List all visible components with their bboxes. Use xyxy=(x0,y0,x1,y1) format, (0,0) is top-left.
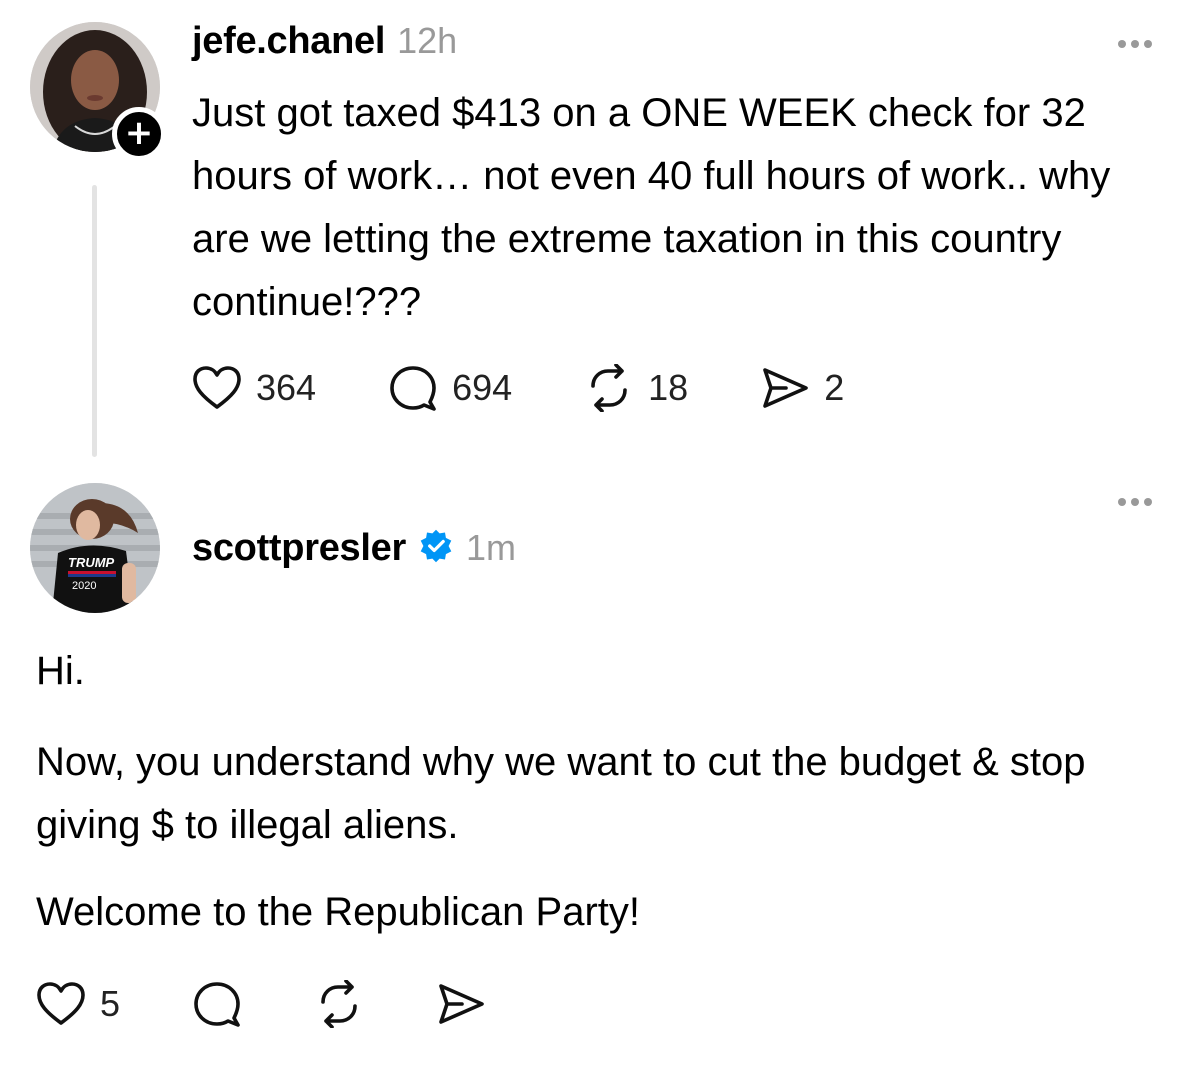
post-actions: 364 694 18 2 xyxy=(192,364,844,412)
share-count: 2 xyxy=(824,367,845,408)
avatar[interactable]: TRUMP 2020 xyxy=(30,483,160,613)
post-text: Hi. Now, you understand why we want to c… xyxy=(36,640,1166,944)
username[interactable]: scottpresler xyxy=(192,527,406,570)
thread-connector-line xyxy=(92,185,97,457)
like-count: 5 xyxy=(100,983,121,1024)
post-header: scottpresler 1m xyxy=(192,524,516,570)
send-icon xyxy=(763,368,809,408)
comment-button[interactable]: 694 xyxy=(388,364,512,412)
shirt-text-line1: TRUMP xyxy=(68,555,115,570)
post-paragraph: Now, you understand why we want to cut t… xyxy=(36,740,1086,847)
heart-icon xyxy=(193,366,241,409)
post-header: jefe.chanel 12h xyxy=(192,20,457,63)
repost-count: 18 xyxy=(648,367,689,408)
comment-count: 694 xyxy=(452,367,513,408)
comment-icon xyxy=(194,982,240,1027)
repost-button[interactable] xyxy=(314,980,364,1028)
like-count: 364 xyxy=(256,367,317,408)
send-icon xyxy=(439,984,484,1024)
heart-icon xyxy=(37,982,85,1025)
repost-icon xyxy=(321,980,357,1028)
shirt-text-line2: 2020 xyxy=(72,580,96,592)
threads-feed: + jefe.chanel 12h Just got taxed $413 on… xyxy=(0,0,1200,1065)
comment-icon xyxy=(390,366,436,411)
repost-button[interactable]: 18 xyxy=(584,364,688,412)
follow-button[interactable]: + xyxy=(112,107,166,161)
post-paragraph: Hi. xyxy=(36,649,85,693)
verified-badge-icon xyxy=(420,529,452,563)
post-paragraph: Welcome to the Republican Party! xyxy=(36,890,641,934)
post-text: Just got taxed $413 on a ONE WEEK check … xyxy=(192,91,1111,324)
post-actions: 5 xyxy=(36,980,486,1028)
more-icon[interactable] xyxy=(1118,40,1152,48)
share-button[interactable] xyxy=(436,981,486,1027)
username[interactable]: jefe.chanel xyxy=(192,20,385,63)
comment-button[interactable] xyxy=(192,980,242,1028)
like-button[interactable]: 5 xyxy=(36,981,120,1027)
timestamp: 12h xyxy=(397,20,458,61)
timestamp: 1m xyxy=(465,527,516,568)
repost-icon xyxy=(591,364,627,412)
share-button[interactable]: 2 xyxy=(760,365,844,411)
like-button[interactable]: 364 xyxy=(192,365,316,411)
avatar-photo: TRUMP 2020 xyxy=(30,483,160,613)
more-icon[interactable] xyxy=(1118,498,1152,506)
